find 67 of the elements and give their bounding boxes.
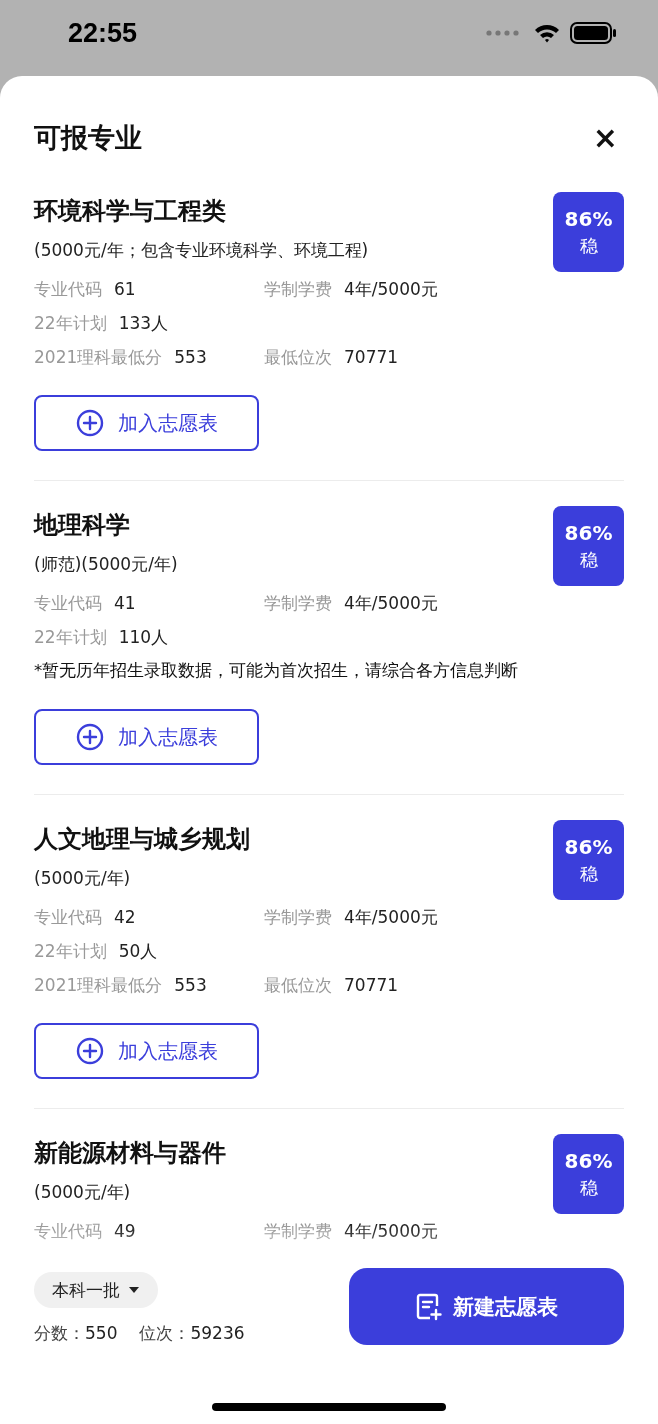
major-name: 新能源材料与器件 <box>34 1139 226 1167</box>
info-label: 最低位次 <box>264 975 332 995</box>
close-button[interactable]: × <box>586 120 624 156</box>
info-label: 专业代码 <box>34 907 102 927</box>
plus-circle-icon <box>75 1037 104 1065</box>
info-value: 4年/5000元 <box>344 593 438 613</box>
probability-tag: 稳 <box>579 547 598 573</box>
info-value: 553 <box>174 347 207 367</box>
info-value: 49 <box>114 1221 136 1241</box>
info-value: 4年/5000元 <box>344 907 438 927</box>
info-label: 专业代码 <box>34 279 102 299</box>
new-form-icon <box>415 1291 443 1322</box>
info-value: 110人 <box>118 627 169 647</box>
info-value: 61 <box>114 279 136 299</box>
create-list-button[interactable]: 新建志愿表 <box>349 1268 624 1345</box>
info-label: 学制学费 <box>264 279 332 299</box>
major-detail: (5000元/年；包含专业环境科学、环境工程) <box>34 239 369 262</box>
signal-icon <box>486 30 520 36</box>
batch-dropdown[interactable]: 本科一批 <box>34 1272 158 1308</box>
major-name: 环境科学与工程类 <box>34 197 227 225</box>
add-to-list-button[interactable]: 加入志愿表 <box>34 395 259 451</box>
major-detail: (5000元/年) <box>34 867 132 890</box>
major-detail: (5000元/年) <box>34 1181 132 1204</box>
score-label: 分数： <box>34 1323 85 1343</box>
probability-tag: 稳 <box>579 233 598 259</box>
battery-icon <box>570 22 616 44</box>
info-value: 4年/5000元 <box>344 1221 438 1241</box>
info-label: 2021理科最低分 <box>34 347 163 367</box>
info-label: 专业代码 <box>34 593 102 613</box>
probability-value: 86% <box>564 206 613 233</box>
info-label: 22年计划 <box>34 313 107 333</box>
rank-label: 位次： <box>139 1323 191 1343</box>
info-label: 22年计划 <box>34 941 107 961</box>
info-label: 最低位次 <box>264 347 332 367</box>
info-value: 70771 <box>344 975 399 995</box>
info-value: 133人 <box>118 313 169 333</box>
plus-circle-icon <box>75 723 104 751</box>
add-to-list-button[interactable]: 加入志愿表 <box>34 709 259 765</box>
probability-value: 86% <box>564 834 613 861</box>
info-label: 学制学费 <box>264 593 332 613</box>
probability-tag: 稳 <box>579 861 598 887</box>
sheet-title: 可报专业 <box>34 121 142 155</box>
probability-value: 86% <box>564 1148 613 1175</box>
info-value: 70771 <box>344 347 399 367</box>
probability-value: 86% <box>564 520 613 547</box>
info-label: 22年计划 <box>34 627 107 647</box>
rank-value: 59236 <box>190 1323 245 1343</box>
info-label: 专业代码 <box>34 1221 102 1241</box>
info-value: 4年/5000元 <box>344 279 438 299</box>
score-value: 550 <box>85 1323 118 1343</box>
info-value: 42 <box>114 907 136 927</box>
wifi-icon <box>534 23 560 43</box>
probability-tag: 稳 <box>579 1175 598 1201</box>
caret-icon <box>128 1286 140 1294</box>
info-value: 41 <box>114 593 136 613</box>
major-name: 地理科学 <box>34 511 131 539</box>
major-name: 人文地理与城乡规划 <box>34 825 250 853</box>
info-label: 2021理科最低分 <box>34 975 163 995</box>
add-to-list-button[interactable]: 加入志愿表 <box>34 1023 259 1079</box>
info-label: 学制学费 <box>264 907 332 927</box>
major-detail: (师范)(5000元/年) <box>34 553 178 576</box>
info-value: 50人 <box>118 941 158 961</box>
info-value: 553 <box>174 975 207 995</box>
status-time: 22:55 <box>68 17 138 49</box>
info-label: 学制学费 <box>264 1221 332 1241</box>
notice-text: *暂无历年招生录取数据，可能为首次招生，请综合各方信息判断 <box>34 660 520 682</box>
plus-circle-icon <box>75 409 104 437</box>
